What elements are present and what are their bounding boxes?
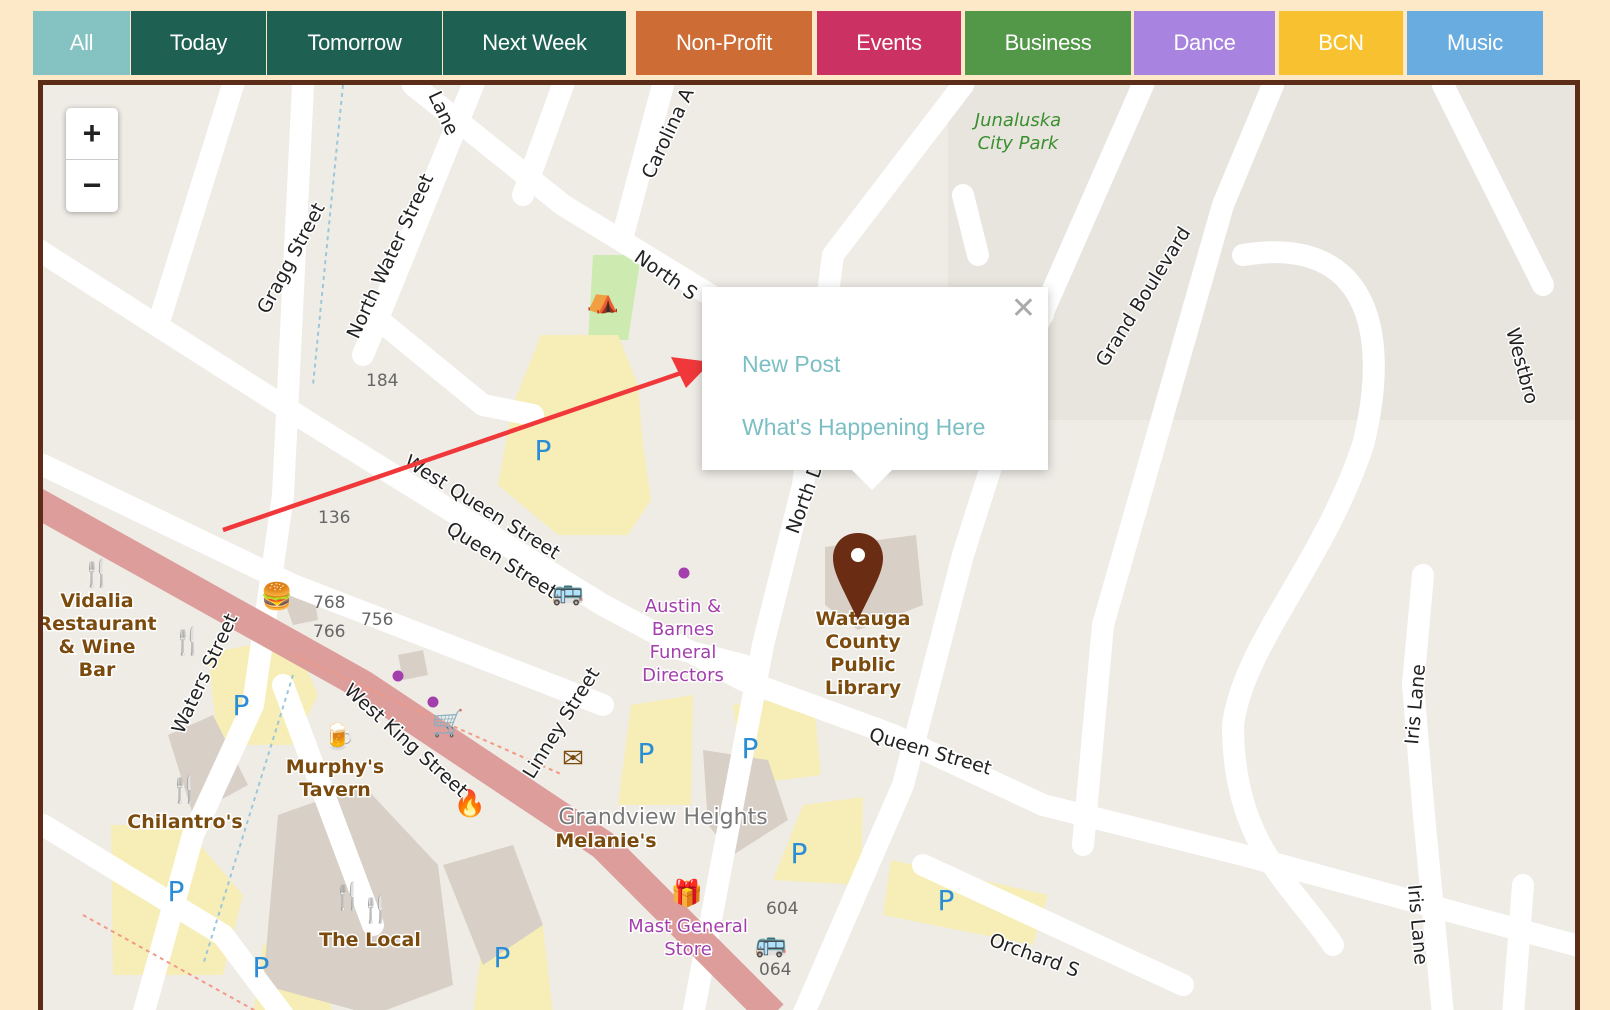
svg-text:P: P xyxy=(638,737,655,770)
bus-stop-icon: 🚌 xyxy=(755,929,787,959)
restaurant-icon: 🍴 xyxy=(360,894,392,925)
svg-text:Store: Store xyxy=(664,939,712,960)
filter-tomorrow-tab[interactable]: Tomorrow xyxy=(267,11,442,75)
svg-text:P: P xyxy=(168,875,185,908)
svg-text:Barnes: Barnes xyxy=(652,619,714,640)
svg-text:P: P xyxy=(938,884,955,917)
filter-all-tab[interactable]: All xyxy=(33,11,130,75)
category-filter-bar: All Today Tomorrow Next Week Non-Profit … xyxy=(33,11,1586,75)
svg-text:Library: Library xyxy=(825,677,902,699)
bus-stop-icon: 🚌 xyxy=(552,577,584,607)
svg-text:P: P xyxy=(494,941,511,974)
restaurant-icon: 🍴 xyxy=(81,558,113,589)
svg-text:Watauga: Watauga xyxy=(816,608,911,630)
pub-icon: 🍺 xyxy=(323,720,355,752)
fire-station-icon: 🔥 xyxy=(454,788,486,819)
filter-music-tab[interactable]: Music xyxy=(1407,11,1543,75)
svg-text:064: 064 xyxy=(759,960,791,980)
svg-text:768: 768 xyxy=(313,593,345,613)
svg-text:P: P xyxy=(535,434,552,467)
street-map[interactable]: Carolina A Lane Gragg Street North Water… xyxy=(43,85,1575,1010)
map-container[interactable]: Carolina A Lane Gragg Street North Water… xyxy=(38,80,1580,1010)
svg-text:Directors: Directors xyxy=(642,665,724,686)
filter-business-tab[interactable]: Business xyxy=(965,11,1131,75)
picnic-icon: ⛺ xyxy=(587,285,619,315)
svg-text:Austin &: Austin & xyxy=(645,596,721,617)
gift-shop-icon: 🎁 xyxy=(671,878,703,909)
svg-text:Mast General: Mast General xyxy=(628,916,748,937)
post-office-icon: ✉ xyxy=(562,744,584,774)
svg-text:Chilantro's: Chilantro's xyxy=(127,811,242,833)
zoom-in-button[interactable]: + xyxy=(66,108,118,160)
svg-text:Junaluska: Junaluska xyxy=(972,110,1061,131)
svg-text:P: P xyxy=(233,689,250,722)
svg-text:Vidalia: Vidalia xyxy=(60,590,133,612)
svg-text:Bar: Bar xyxy=(79,659,116,681)
svg-text:& Wine: & Wine xyxy=(58,636,135,658)
map-popup: ✕ New Post What's Happening Here xyxy=(702,287,1048,490)
svg-text:City Park: City Park xyxy=(978,133,1060,154)
new-post-link[interactable]: New Post xyxy=(742,351,840,378)
svg-text:P: P xyxy=(742,732,759,765)
svg-text:184: 184 xyxy=(366,371,398,391)
svg-text:Public: Public xyxy=(830,654,895,676)
svg-text:136: 136 xyxy=(318,508,350,528)
svg-text:Grandview Heights: Grandview Heights xyxy=(558,805,767,830)
svg-text:Melanie's: Melanie's xyxy=(555,830,656,852)
svg-text:766: 766 xyxy=(313,622,345,642)
zoom-out-button[interactable]: − xyxy=(66,160,118,211)
whats-happening-link[interactable]: What's Happening Here xyxy=(742,414,985,441)
shop-icon: 🛒 xyxy=(432,708,464,739)
svg-text:756: 756 xyxy=(361,610,393,630)
restaurant-icon: 🍴 xyxy=(169,774,201,805)
svg-text:P: P xyxy=(253,951,270,984)
close-icon[interactable]: ✕ xyxy=(1011,291,1036,326)
svg-text:Murphy's: Murphy's xyxy=(286,756,384,778)
filter-next-week-tab[interactable]: Next Week xyxy=(443,11,626,75)
svg-text:The Local: The Local xyxy=(319,929,421,951)
svg-text:Funeral: Funeral xyxy=(650,642,717,663)
filter-bcn-tab[interactable]: BCN xyxy=(1279,11,1403,75)
svg-text:Tavern: Tavern xyxy=(299,779,371,801)
restaurant-icon: 🍴 xyxy=(172,626,204,657)
filter-non-profit-tab[interactable]: Non-Profit xyxy=(636,11,812,75)
filter-today-tab[interactable]: Today xyxy=(131,11,266,75)
svg-text:P: P xyxy=(791,837,808,870)
zoom-control: + − xyxy=(66,108,118,212)
svg-text:604: 604 xyxy=(766,899,798,919)
filter-dance-tab[interactable]: Dance xyxy=(1134,11,1275,75)
svg-text:County: County xyxy=(825,631,901,653)
svg-text:Restaurant: Restaurant xyxy=(43,613,157,635)
filter-events-tab[interactable]: Events xyxy=(817,11,961,75)
fast-food-icon: 🍔 xyxy=(261,581,293,612)
